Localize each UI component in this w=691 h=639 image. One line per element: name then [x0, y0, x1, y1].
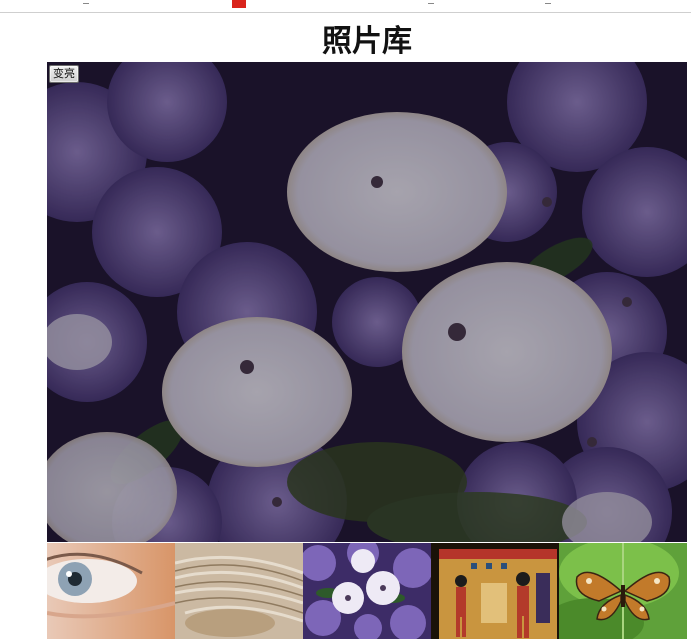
thumbnail-shell[interactable] — [175, 543, 303, 639]
thumbnail-eye[interactable] — [47, 543, 175, 639]
eye-thumbnail-image — [47, 543, 175, 639]
egyptian-mural-thumbnail-image — [431, 543, 559, 639]
page-title: 照片库 — [322, 24, 412, 57]
shell-thumbnail-image — [175, 543, 303, 639]
thumbnail-butterfly[interactable] — [559, 543, 687, 639]
strip-fragment — [232, 0, 246, 8]
main-photo-image — [47, 62, 687, 542]
strip-fragment — [83, 0, 89, 4]
main-photo — [47, 62, 687, 542]
thumbnail-strip — [47, 543, 691, 639]
strip-fragment — [428, 0, 434, 4]
butterfly-thumbnail-image — [559, 543, 687, 639]
brighten-button[interactable]: 变亮 — [49, 65, 79, 83]
strip-fragment — [545, 0, 551, 4]
flowers-thumbnail-image — [303, 543, 431, 639]
thumbnail-flowers[interactable] — [303, 543, 431, 639]
thumbnail-egyptian-mural[interactable] — [431, 543, 559, 639]
previous-page-strip — [0, 0, 691, 13]
